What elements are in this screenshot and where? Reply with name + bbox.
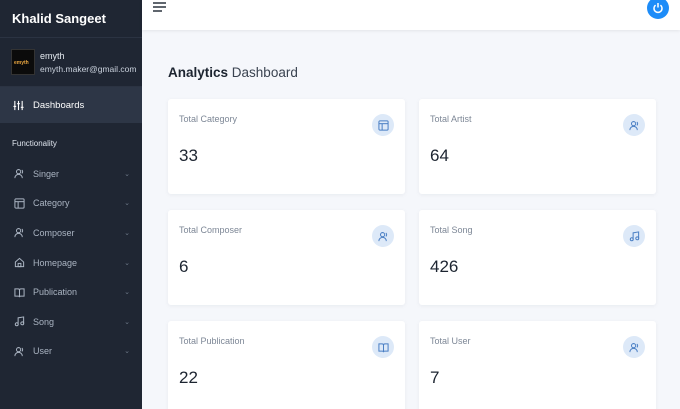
sidebar-item-label: Song [33,316,55,327]
stat-card-song: Total Song 426 [419,210,656,305]
music-icon [13,316,25,327]
sidebar-item-composer[interactable]: Composer ⌄ [0,218,142,248]
top-bar [142,0,680,30]
app-title: Khalid Sangeet [0,0,142,38]
users-icon [13,227,25,238]
sidebar-item-song[interactable]: Song ⌄ [0,307,142,337]
user-name: emyth [40,50,65,61]
page-title: Analytics Dashboard [168,65,298,80]
sidebar-item-category[interactable]: Category ⌄ [0,189,142,219]
users-icon [13,346,25,357]
card-title: Total User [430,336,471,346]
sidebar: Khalid Sangeet emyth emyth emyth.maker@g… [0,0,142,409]
sidebar-item-dashboards[interactable]: Dashboards [0,87,142,123]
card-value: 64 [430,146,449,165]
book-icon [372,336,394,358]
menu-icon[interactable] [153,1,167,13]
card-title: Total Publication [179,336,245,346]
sidebar-item-label: Publication [33,287,78,298]
sidebar-item-user[interactable]: User ⌄ [0,337,142,367]
stat-card-artist: Total Artist 64 [419,99,656,194]
sidebar-item-label: Category [33,198,70,209]
music-icon [623,225,645,247]
sidebar-item-publication[interactable]: Publication ⌄ [0,277,142,307]
stat-card-composer: Total Composer 6 [168,210,405,305]
card-title: Total Artist [430,114,472,124]
layout-icon [13,198,25,209]
sidebar-item-homepage[interactable]: Homepage ⌄ [0,248,142,278]
user-email: emyth.maker@gmail.com [40,63,137,74]
stat-card-publication: Total Publication 22 [168,321,405,409]
sidebar-item-label: Singer [33,168,60,179]
users-icon [623,336,645,358]
chevron-down-icon: ⌄ [124,318,130,326]
card-title: Total Category [179,114,238,124]
sidebar-item-label: Dashboards [33,99,85,111]
card-value: 7 [430,368,440,387]
chevron-down-icon: ⌄ [124,200,130,208]
sidebar-item-label: User [33,346,53,357]
stat-card-user: Total User 7 [419,321,656,409]
sidebar-item-singer[interactable]: Singer ⌄ [0,159,142,189]
card-value: 33 [179,146,198,165]
card-value: 6 [179,257,189,276]
users-icon [623,114,645,136]
chevron-down-icon: ⌄ [124,170,130,178]
home-icon [13,257,25,268]
users-icon [13,168,25,179]
sidebar-item-label: Composer [33,227,75,238]
chevron-down-icon: ⌄ [124,259,130,267]
layout-icon [372,114,394,136]
sliders-icon [13,100,24,111]
avatar: emyth [11,49,35,75]
section-title: Functionality [12,139,57,148]
book-icon [13,287,25,298]
chevron-down-icon: ⌄ [124,348,130,356]
stat-card-category: Total Category 33 [168,99,405,194]
users-icon [372,225,394,247]
card-title: Total Composer [179,225,243,235]
user-profile[interactable]: emyth emyth emyth.maker@gmail.com [0,38,142,87]
card-title: Total Song [430,225,473,235]
chevron-down-icon: ⌄ [124,229,130,237]
sidebar-item-label: Homepage [33,257,78,268]
power-icon[interactable] [647,0,669,19]
card-value: 426 [430,257,459,276]
card-value: 22 [179,368,198,387]
chevron-down-icon: ⌄ [124,289,130,297]
